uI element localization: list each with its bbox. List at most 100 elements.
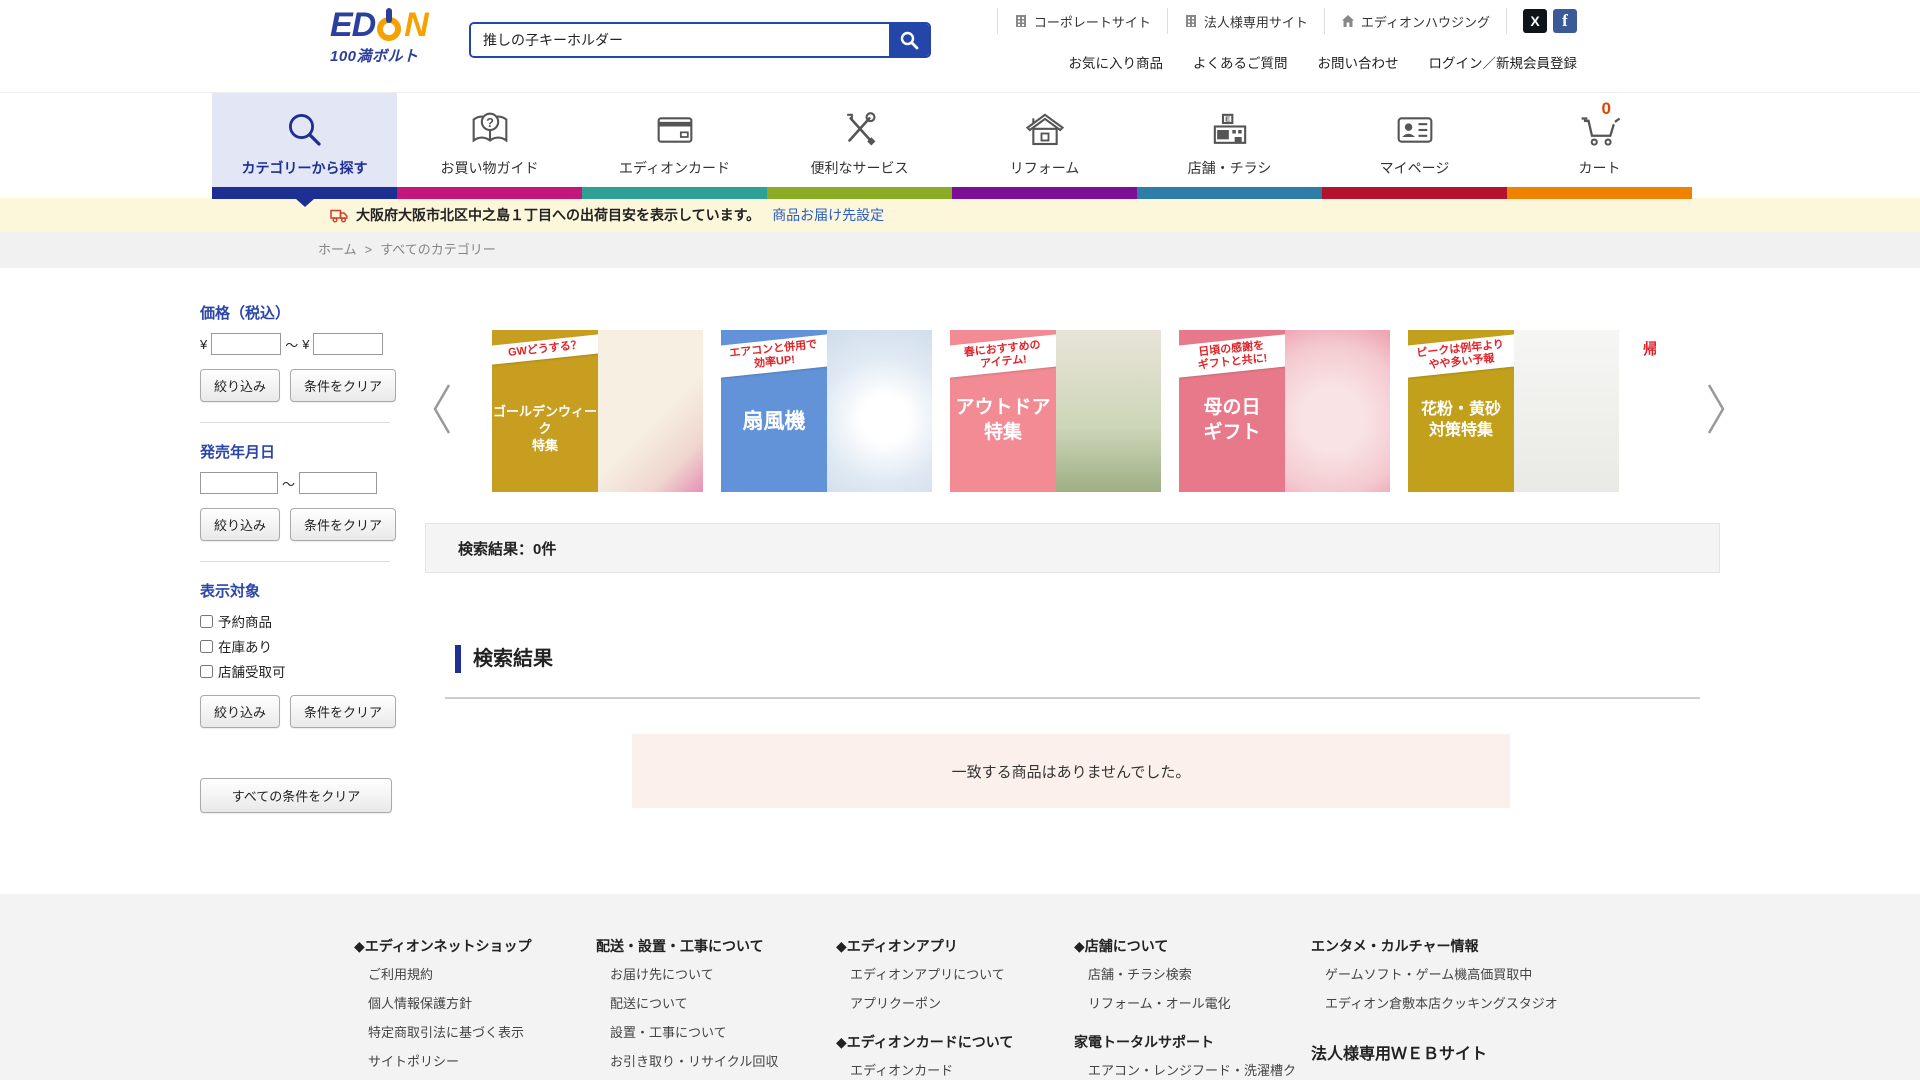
footer-link[interactable]: お引き取り・リサイクル回収	[610, 1053, 831, 1072]
edion-logo[interactable]: ED N 100満ボルト	[330, 8, 450, 66]
footer-link[interactable]: 設置・工事について	[610, 1024, 831, 1043]
release-clear-button[interactable]: 条件をクリア	[290, 508, 396, 541]
banner-photo	[598, 330, 703, 492]
banner-ribbon: 春におすすめの アイテム!	[950, 334, 1056, 378]
tools-icon	[767, 106, 952, 154]
banner-golden-week[interactable]: GWどうする？ ゴールデンウィーク 特集	[492, 330, 703, 492]
footer-link[interactable]: 店舗・チラシ検索	[1088, 966, 1302, 985]
release-from-input[interactable]	[200, 472, 278, 494]
nav-item-stores-flyers[interactable]: E 店舗・チラシ	[1137, 93, 1322, 199]
banner-pollen[interactable]: ピークは例年より やや多い予報 花粉・黄砂 対策特集	[1408, 330, 1619, 492]
divider	[1506, 8, 1507, 34]
main-column: GWどうする？ ゴールデンウィーク 特集 エアコンと併用で 効率UP! 扇風機	[425, 268, 1720, 808]
banner-ribbon: ピークは例年より やや多い予報	[1408, 334, 1514, 378]
nav-item-edion-card[interactable]: エディオンカード	[582, 93, 767, 199]
nav-color-bar	[1322, 187, 1507, 199]
login-register-link[interactable]: ログイン／新規会員登録	[1429, 52, 1578, 72]
search-bar	[469, 22, 931, 58]
nav-item-cart[interactable]: 0 カート	[1507, 93, 1692, 199]
clear-all-filters-button[interactable]: すべての条件をクリア	[200, 778, 392, 813]
breadcrumb-current: すべてのカテゴリー	[380, 242, 496, 257]
nav-item-reform[interactable]: リフォーム	[952, 93, 1137, 199]
divider	[200, 422, 390, 423]
content-area: 価格（税込） ¥ ～ ¥ 絞り込み 条件をクリア 発売年月日 ～ 絞り込み	[0, 268, 1920, 894]
search-input[interactable]	[471, 24, 889, 56]
release-filter-button[interactable]: 絞り込み	[200, 508, 280, 541]
footer-link[interactable]: 特定商取引法に基づく表示	[368, 1024, 589, 1043]
footer-link[interactable]: お届け先について	[610, 966, 831, 985]
currency-label: ¥	[200, 337, 207, 352]
footer-heading: ◆エディオンネットショップ	[354, 936, 589, 956]
target-clear-button[interactable]: 条件をクリア	[290, 695, 396, 728]
banner-outdoor[interactable]: 春におすすめの アイテム! アウトドア 特集	[950, 330, 1161, 492]
banner-mothers-day[interactable]: 日頃の感謝を ギフトと共に! 母の日 ギフト	[1179, 330, 1390, 492]
business-site-link[interactable]: 法人様専用サイト	[1168, 12, 1324, 31]
banner-title: 花粉・黄砂 対策特集	[1408, 400, 1514, 442]
divider	[445, 697, 1700, 699]
price-clear-button[interactable]: 条件をクリア	[290, 369, 396, 402]
checkbox-in-stock[interactable]: 在庫あり	[200, 636, 415, 656]
no-results-message: 一致する商品はありませんでした。	[632, 734, 1510, 808]
nav-color-bar	[582, 187, 767, 199]
footer-heading: 家電トータルサポート	[1074, 1032, 1302, 1052]
delivery-setting-link[interactable]: 商品お届け先設定	[772, 205, 884, 225]
contact-link[interactable]: お問い合わせ	[1318, 52, 1399, 72]
breadcrumb-home-link[interactable]: ホーム	[318, 242, 357, 257]
footer-link[interactable]: エディオン倉敷本店クッキングスタジオ	[1325, 995, 1611, 1014]
favorites-link[interactable]: お気に入り商品	[1069, 52, 1164, 72]
footer-link[interactable]: エアコン・レンジフード・洗濯槽クリーニングサービス	[1088, 1062, 1302, 1080]
banner-title: 帰	[1643, 340, 1656, 360]
target-filter-button[interactable]: 絞り込み	[200, 695, 280, 728]
facebook-icon[interactable]: f	[1553, 9, 1577, 33]
in-stock-checkbox[interactable]	[200, 640, 213, 653]
banner-photo	[827, 330, 932, 492]
checkbox-store-pickup[interactable]: 店舗受取可	[200, 661, 415, 681]
footer-link[interactable]: アプリクーポン	[850, 995, 1066, 1014]
checkbox-reserved-items[interactable]: 予約商品	[200, 611, 415, 631]
reserved-items-checkbox[interactable]	[200, 615, 213, 628]
banner-title: ゴールデンウィーク 特集	[492, 404, 598, 455]
footer-link[interactable]: ゲームソフト・ゲーム機高価買取中	[1325, 966, 1611, 985]
currency-label: ¥	[302, 337, 309, 352]
price-min-input[interactable]	[211, 333, 281, 355]
nav-item-services[interactable]: 便利なサービス	[767, 93, 952, 199]
nav-item-category-search[interactable]: カテゴリーから探す	[212, 93, 397, 199]
faq-link[interactable]: よくあるご質問	[1193, 52, 1288, 72]
nav-item-mypage[interactable]: マイページ	[1322, 93, 1507, 199]
banner-partial[interactable]: 帰	[1637, 330, 1656, 492]
svg-text:E: E	[1225, 115, 1230, 124]
price-max-input[interactable]	[313, 333, 383, 355]
banner-fans[interactable]: エアコンと併用で 効率UP! 扇風機	[721, 330, 932, 492]
release-to-input[interactable]	[299, 472, 377, 494]
footer-link[interactable]: 配送について	[610, 995, 831, 1014]
id-card-icon	[1322, 106, 1507, 154]
range-separator: ～	[285, 335, 298, 354]
nav-item-shopping-guide[interactable]: ? お買い物ガイド	[397, 93, 582, 199]
range-separator: ～	[282, 474, 295, 493]
corporate-site-link[interactable]: コーポレートサイト	[998, 12, 1167, 31]
footer-link[interactable]: リフォーム・オール電化	[1088, 995, 1302, 1014]
truck-icon	[330, 208, 348, 223]
release-date-filter-title: 発売年月日	[200, 441, 415, 462]
search-button[interactable]	[889, 24, 929, 56]
footer-heading: ◆エディオンアプリ	[836, 936, 1066, 956]
footer-link[interactable]: 個人情報保護方針	[368, 995, 589, 1014]
store-pickup-checkbox[interactable]	[200, 665, 213, 678]
footer-column-delivery: 配送・設置・工事について お届け先について 配送について 設置・工事について お…	[596, 936, 831, 1080]
price-filter-button[interactable]: 絞り込み	[200, 369, 280, 402]
x-icon[interactable]: X	[1523, 9, 1547, 33]
housing-link[interactable]: エディオンハウジング	[1325, 12, 1506, 31]
footer-b2b-site-link[interactable]: 法人様専用ＷＥＢサイト	[1311, 1040, 1611, 1064]
footer-column-entertainment: エンタメ・カルチャー情報 ゲームソフト・ゲーム機高価買取中 エディオン倉敷本店ク…	[1311, 936, 1611, 1080]
delivery-notice-bar: 大阪府大阪市北区中之島１丁目への出荷目安を表示しています。 商品お届け先設定	[0, 198, 1920, 232]
power-icon	[377, 15, 403, 41]
footer-link[interactable]: ご利用規約	[368, 966, 589, 985]
carousel-prev-button[interactable]	[427, 372, 457, 448]
footer-link[interactable]: サイトポリシー	[368, 1053, 589, 1072]
banner-photo	[1285, 330, 1390, 492]
footer-link[interactable]: エディオンアプリについて	[850, 966, 1066, 985]
footer: ◆エディオンネットショップ ご利用規約 個人情報保護方針 特定商取引法に基づく表…	[0, 894, 1920, 1080]
promo-carousel: GWどうする？ ゴールデンウィーク 特集 エアコンと併用で 効率UP! 扇風機	[425, 330, 1720, 492]
carousel-next-button[interactable]	[1701, 372, 1731, 448]
footer-link[interactable]: エディオンカード	[850, 1062, 1066, 1080]
